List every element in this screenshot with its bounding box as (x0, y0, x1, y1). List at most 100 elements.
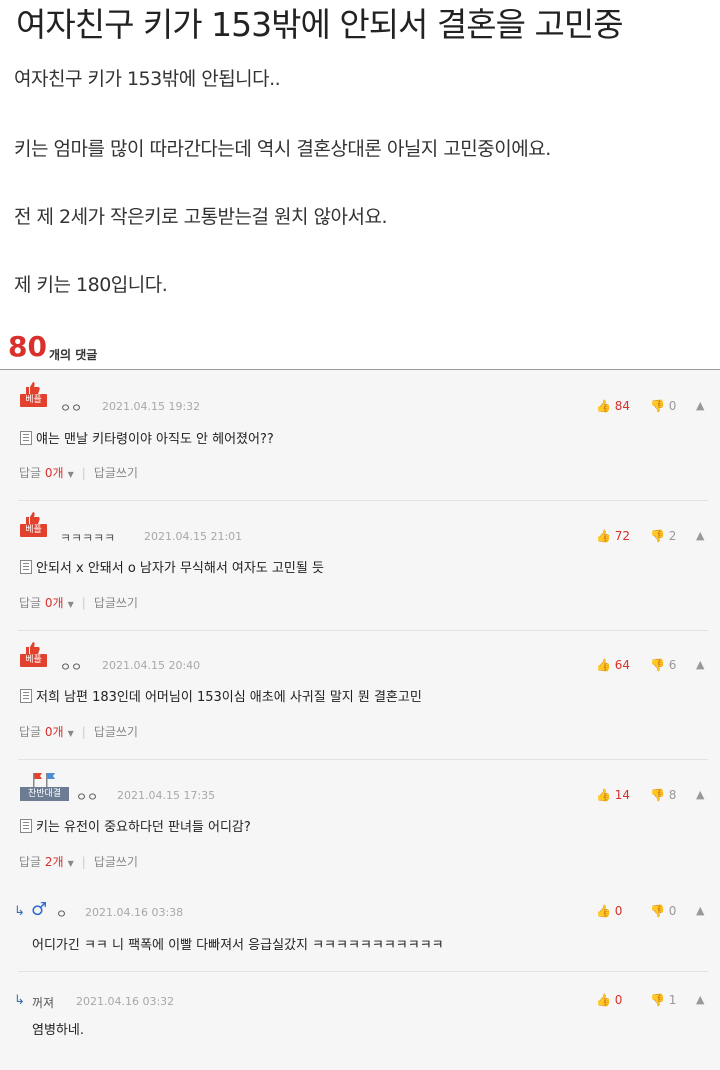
report-icon[interactable]: ▲ (696, 993, 704, 1006)
like-button[interactable]: 👍 64 (596, 658, 630, 672)
comment-nickname[interactable]: 꺼져 (32, 994, 54, 1011)
comment-count-number: 80 (8, 330, 47, 363)
post-body-line: 여자친구 키가 153밖에 안됩니다.. (14, 68, 281, 90)
like-count: 72 (614, 529, 631, 543)
comment-text: 키는 유전이 중요하다던 판녀들 어디감? (20, 816, 251, 835)
report-icon[interactable]: ▲ (696, 399, 704, 412)
thumb-up-icon: 👍 (596, 993, 611, 1007)
dislike-count: 8 (668, 788, 677, 802)
reply-arrow-icon: ↳ (14, 993, 25, 1008)
comment-text: 저희 남편 183인데 어머님이 153이심 애초에 사귀질 말지 뭔 결혼고민 (20, 686, 422, 705)
comment-date: 2021.04.16 03:32 (76, 995, 175, 1008)
reply-count: 2개 (44, 855, 64, 869)
dislike-button[interactable]: 👎 0 (650, 904, 676, 918)
like-button[interactable]: 👍 72 (596, 529, 630, 543)
thumb-up-icon (26, 382, 40, 394)
comment-nickname[interactable]: ㅇㅇ (60, 399, 82, 416)
document-icon (20, 689, 32, 703)
write-reply-button[interactable]: 답글쓰기 (94, 466, 138, 480)
vs-badge-label: 찬반대결 (20, 787, 69, 801)
dislike-count: 0 (668, 399, 677, 413)
comment-date: 2021.04.15 19:32 (102, 400, 201, 413)
report-icon[interactable]: ▲ (696, 658, 704, 671)
divider (18, 500, 708, 501)
comment-nickname[interactable]: ㅋㅋㅋㅋㅋ (60, 529, 115, 546)
thumb-down-icon: 👎 (650, 658, 665, 672)
reply-toggle[interactable]: 답글 0개 ▼ | 답글쓰기 (19, 464, 138, 481)
dislike-count: 0 (668, 904, 677, 918)
thumb-down-icon: 👎 (650, 399, 665, 413)
reply-toggle[interactable]: 답글 2개 ▼ | 답글쓰기 (19, 853, 138, 870)
document-icon (20, 431, 32, 445)
dislike-button[interactable]: 👎 6 (650, 658, 676, 672)
thumb-down-icon: 👎 (650, 529, 665, 543)
comment-body: 저희 남편 183인데 어머님이 153이심 애초에 사귀질 말지 뭔 결혼고민 (36, 690, 422, 705)
comment-nickname[interactable]: ㅇㅇ (60, 658, 82, 675)
dislike-button[interactable]: 👎 0 (650, 399, 676, 413)
comment-body: 안되서 x 안돼서 o 남자가 무식해서 여자도 고민될 듯 (36, 561, 324, 576)
dislike-button[interactable]: 👎 1 (650, 993, 676, 1007)
divider (18, 971, 708, 972)
best-badge: 베플 (20, 512, 47, 540)
report-icon[interactable]: ▲ (696, 529, 704, 542)
report-icon[interactable]: ▲ (696, 788, 704, 801)
comment-text: 안되서 x 안돼서 o 남자가 무식해서 여자도 고민될 듯 (20, 557, 324, 576)
reply-label: 답글 (19, 725, 42, 739)
write-reply-button[interactable]: 답글쓰기 (94, 596, 138, 610)
post-body-line: 키는 엄마를 많이 따라간다는데 역시 결혼상대론 아닐지 고민중이에요. (14, 138, 551, 160)
document-icon (20, 819, 32, 833)
comment-body: 어디가긴 ㅋㅋ 니 팩폭에 이빨 다빠져서 응급실갔지 ㅋㅋㅋㅋㅋㅋㅋㅋㅋㅋㅋ (32, 938, 444, 953)
comment-body: 키는 유전이 중요하다던 판녀들 어디감? (36, 820, 251, 835)
best-badge-label: 베플 (20, 524, 47, 537)
comment-body: 얘는 맨날 키타령이야 아직도 안 헤어졌어?? (36, 432, 274, 447)
thumb-up-icon: 👍 (596, 529, 611, 543)
best-badge-label: 베플 (20, 654, 47, 667)
post-body-line: 제 키는 180입니다. (14, 274, 168, 296)
comment-text: 얘는 맨날 키타령이야 아직도 안 헤어졌어?? (20, 428, 274, 447)
dislike-button[interactable]: 👎 2 (650, 529, 676, 543)
thumb-up-icon: 👍 (596, 399, 611, 413)
reply-toggle[interactable]: 답글 0개 ▼ | 답글쓰기 (19, 594, 138, 611)
reply-toggle[interactable]: 답글 0개 ▼ | 답글쓰기 (19, 723, 138, 740)
comment-date: 2021.04.15 17:35 (117, 789, 216, 802)
like-button[interactable]: 👍 84 (596, 399, 630, 413)
divider: | (81, 596, 86, 610)
write-reply-button[interactable]: 답글쓰기 (94, 725, 138, 739)
like-button[interactable]: 👍 14 (596, 788, 630, 802)
like-count: 14 (614, 788, 631, 802)
like-count: 0 (614, 993, 623, 1007)
vs-badge: 찬반대결 (20, 771, 69, 801)
like-button[interactable]: 👍 0 (596, 993, 622, 1007)
dislike-button[interactable]: 👎 8 (650, 788, 676, 802)
caret-down-icon: ▼ (67, 470, 74, 479)
divider (18, 759, 708, 760)
comment-list: 베플 ㅇㅇ 2021.04.15 19:32 👍 84 👎 0 ▲ 얘는 맨날 … (0, 369, 720, 1070)
divider (18, 630, 708, 631)
document-icon (20, 560, 32, 574)
thumb-up-icon (26, 512, 40, 524)
comment-nickname[interactable]: ㅇㅇ (76, 788, 98, 805)
like-count: 84 (614, 399, 631, 413)
divider: | (81, 855, 86, 869)
reply-arrow-icon: ↳ (14, 904, 25, 919)
best-badge: 베플 (20, 642, 47, 670)
comment-date: 2021.04.15 20:40 (102, 659, 201, 672)
divider: | (81, 725, 86, 739)
post-body-line: 전 제 2세가 작은키로 고통받는걸 원치 않아서요. (14, 206, 388, 228)
thumb-up-icon: 👍 (596, 658, 611, 672)
write-reply-button[interactable]: 답글쓰기 (94, 855, 138, 869)
like-count: 0 (614, 904, 623, 918)
report-icon[interactable]: ▲ (696, 904, 704, 917)
thumb-up-icon: 👍 (596, 788, 611, 802)
best-badge: 베플 (20, 382, 47, 410)
thumb-down-icon: 👎 (650, 904, 665, 918)
reply-count: 0개 (44, 596, 64, 610)
best-badge-label: 베플 (20, 394, 47, 407)
comment-nickname[interactable]: ㅇ (56, 905, 67, 922)
like-button[interactable]: 👍 0 (596, 904, 622, 918)
reply-label: 답글 (19, 596, 42, 610)
thumb-down-icon: 👎 (650, 993, 665, 1007)
thumb-up-icon: 👍 (596, 904, 611, 918)
thumb-down-icon: 👎 (650, 788, 665, 802)
caret-down-icon: ▼ (67, 600, 74, 609)
